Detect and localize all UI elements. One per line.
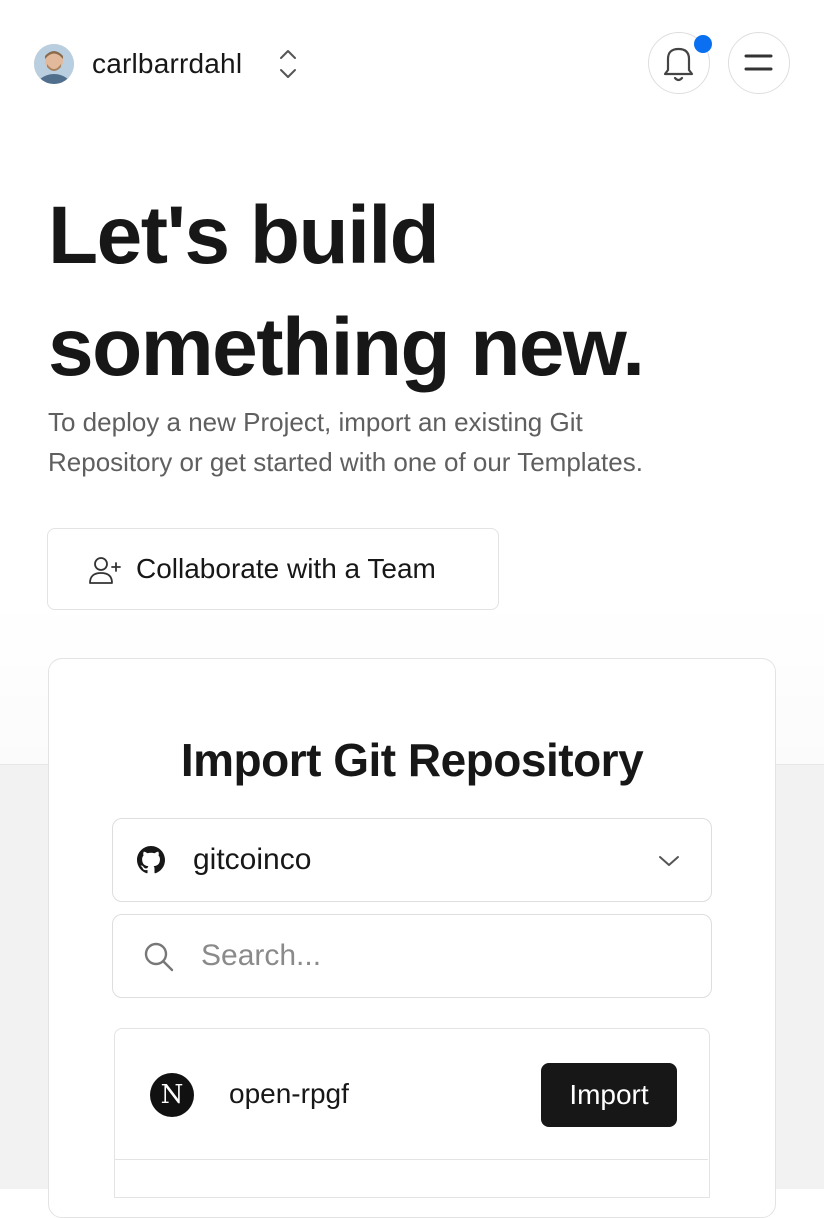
username[interactable]: carlbarrdahl — [92, 46, 242, 82]
top-bar: carlbarrdahl — [0, 0, 824, 128]
menu-icon — [744, 54, 773, 71]
collaborate-team-label: Collaborate with a Team — [136, 553, 436, 584]
github-icon — [137, 846, 165, 874]
user-avatar[interactable] — [34, 44, 74, 84]
repo-search-input[interactable] — [201, 933, 681, 979]
repo-logo-letter: N — [160, 1080, 184, 1110]
repo-search-box — [112, 914, 712, 998]
git-account-select[interactable]: gitcoinco — [112, 818, 712, 902]
user-plus-icon — [89, 557, 121, 584]
search-icon — [144, 942, 174, 972]
repository-list: N open-rpgf Import — [114, 1028, 710, 1198]
title-line-2: something new. — [48, 302, 645, 393]
notification-badge — [694, 35, 712, 53]
title-line-1: Let's build — [48, 190, 440, 281]
subtitle-line-2: Repository or get started with one of ou… — [48, 447, 643, 477]
menu-button[interactable] — [728, 32, 790, 94]
git-account-value: gitcoinco — [193, 843, 312, 876]
collaborate-team-button[interactable]: Collaborate with a Team — [47, 528, 499, 610]
page-subtitle: To deploy a new Project, import an exist… — [48, 402, 788, 482]
subtitle-line-1: To deploy a new Project, import an exist… — [48, 407, 583, 437]
import-git-title: Import Git Repository — [180, 734, 644, 786]
page-title: Let's build something new. — [48, 180, 788, 404]
repository-name: open-rpgf — [229, 1078, 349, 1109]
avatar-image — [34, 44, 74, 84]
account-switcher-icon[interactable] — [274, 44, 302, 84]
nextjs-logo-icon: N — [150, 1073, 194, 1117]
import-button[interactable]: Import — [541, 1063, 677, 1127]
repository-row: N open-rpgf Import — [115, 1029, 708, 1160]
chevron-down-icon — [659, 856, 679, 866]
